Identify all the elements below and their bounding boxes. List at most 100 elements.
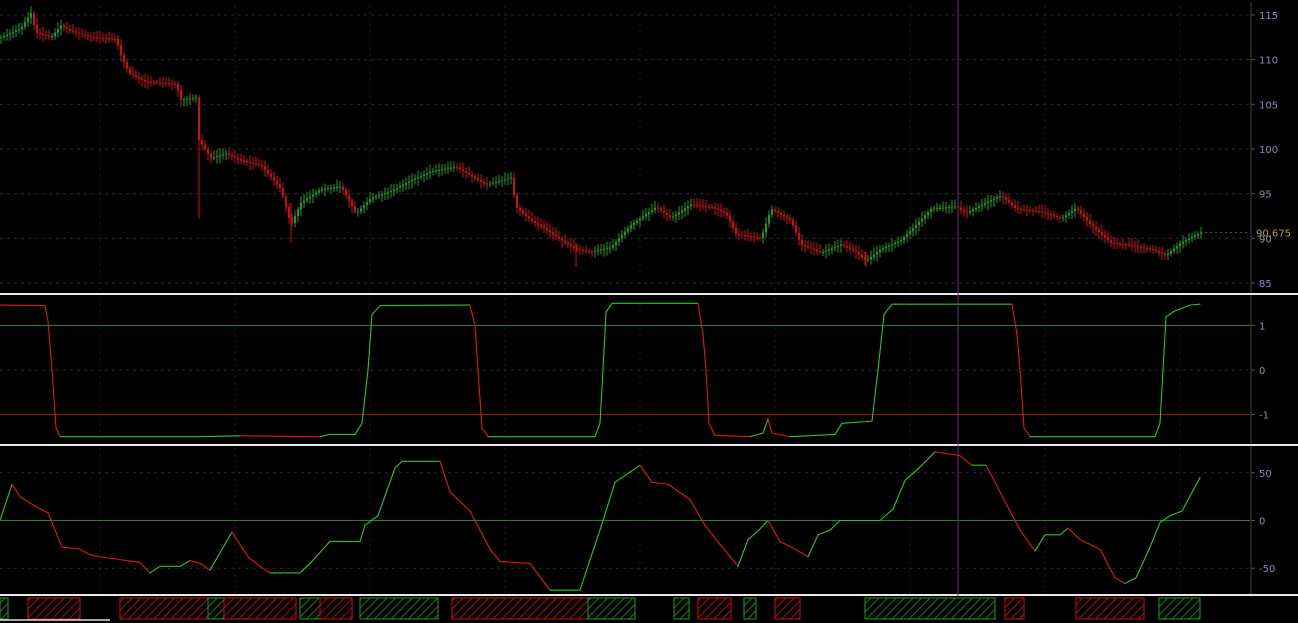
regime-segment-bull bbox=[1158, 597, 1201, 620]
candle-body bbox=[600, 249, 602, 251]
candle-body bbox=[963, 209, 965, 212]
candle-body bbox=[360, 208, 362, 212]
candle-body bbox=[147, 81, 149, 83]
candle-body bbox=[483, 181, 485, 184]
regime-segment-bull bbox=[587, 597, 636, 620]
candle-body bbox=[21, 26, 23, 30]
trading-chart-canvas[interactable]: 11511010510095908590.675 10-1 500-50 bbox=[0, 0, 1298, 623]
candle-body bbox=[546, 228, 548, 231]
candle-body bbox=[387, 192, 389, 194]
candle-body bbox=[744, 234, 746, 236]
candle-body bbox=[930, 208, 932, 213]
regime-segment-bear bbox=[451, 597, 589, 620]
candle-body bbox=[87, 35, 89, 37]
candle-body bbox=[891, 244, 893, 246]
candle-body bbox=[582, 249, 584, 251]
candle-body bbox=[90, 36, 92, 38]
candle-body bbox=[660, 208, 662, 211]
candle-body bbox=[246, 161, 248, 163]
candle-body bbox=[819, 251, 821, 253]
candle-body bbox=[489, 183, 491, 185]
regime-segment-bear bbox=[119, 597, 209, 620]
candle-body bbox=[696, 204, 698, 206]
candle-body bbox=[774, 209, 776, 212]
candle-body bbox=[609, 247, 611, 249]
candle-body bbox=[657, 207, 659, 209]
candle-body bbox=[1188, 238, 1190, 241]
candle-body bbox=[453, 167, 455, 169]
candle-body bbox=[462, 169, 464, 172]
candle-body bbox=[921, 218, 923, 222]
candle-body bbox=[933, 208, 935, 210]
candle-body bbox=[999, 195, 1001, 198]
candle-body bbox=[144, 79, 146, 82]
candle-body bbox=[30, 13, 32, 18]
candle-body bbox=[1116, 243, 1118, 245]
candle-body bbox=[42, 34, 44, 36]
candle-body bbox=[720, 210, 722, 212]
candle-body bbox=[645, 214, 647, 217]
candle-body bbox=[588, 250, 590, 252]
candle-body bbox=[237, 157, 239, 160]
candle-body bbox=[264, 166, 266, 170]
candle-body bbox=[174, 83, 176, 85]
regime-segment-bear bbox=[697, 597, 732, 620]
candle-body bbox=[540, 224, 542, 227]
candle-body bbox=[102, 37, 104, 39]
candle-body bbox=[297, 209, 299, 217]
candle-body bbox=[666, 212, 668, 215]
candle-body bbox=[1170, 251, 1172, 254]
candle-body bbox=[960, 207, 962, 210]
candle-body bbox=[423, 174, 425, 176]
candle-body bbox=[1191, 236, 1193, 239]
candle-body bbox=[99, 37, 101, 39]
candle-body bbox=[525, 213, 527, 217]
candle-body bbox=[300, 202, 302, 210]
candle-body bbox=[1020, 209, 1022, 211]
candle-body bbox=[12, 31, 14, 34]
candle-body bbox=[690, 204, 692, 207]
candle-body bbox=[1149, 248, 1151, 250]
candle-body bbox=[135, 75, 137, 77]
candle-body bbox=[156, 82, 158, 84]
candle-body bbox=[381, 194, 383, 196]
candle-body bbox=[435, 170, 437, 172]
candle-body bbox=[1110, 240, 1112, 243]
candle-body bbox=[405, 182, 407, 185]
candle-body bbox=[780, 212, 782, 215]
candle-body bbox=[894, 242, 896, 245]
candle-body bbox=[642, 216, 644, 219]
candle-body bbox=[828, 249, 830, 251]
candle-body bbox=[792, 219, 794, 226]
candle-body bbox=[879, 249, 881, 253]
candle-body bbox=[885, 246, 887, 249]
candle-body bbox=[912, 228, 914, 232]
candle-body bbox=[1062, 217, 1064, 219]
candle-body bbox=[9, 33, 11, 35]
candle-body bbox=[636, 220, 638, 223]
candle-body bbox=[492, 182, 494, 184]
candle-body bbox=[816, 249, 818, 252]
candle-body bbox=[234, 156, 236, 158]
candle-body bbox=[1095, 226, 1097, 230]
candle-body bbox=[747, 235, 749, 237]
candle-body bbox=[1086, 217, 1088, 221]
candle-body bbox=[441, 169, 443, 171]
regime-segment-bear bbox=[27, 597, 81, 620]
candle-body bbox=[840, 244, 842, 246]
candle-body bbox=[732, 221, 734, 228]
candle-body bbox=[990, 200, 992, 202]
candle-body bbox=[129, 68, 131, 74]
candle-body bbox=[903, 237, 905, 241]
candle-body bbox=[867, 259, 869, 261]
candle-body bbox=[1185, 240, 1187, 242]
candle-body bbox=[981, 204, 983, 207]
candle-body bbox=[771, 209, 773, 215]
candle-body bbox=[417, 177, 419, 179]
candle-body bbox=[726, 212, 728, 216]
regime-segment-bear bbox=[1075, 597, 1145, 620]
candle-body bbox=[168, 83, 170, 85]
candle-body bbox=[927, 212, 929, 216]
candle-body bbox=[108, 38, 110, 40]
regime-segment-bear bbox=[223, 597, 297, 620]
